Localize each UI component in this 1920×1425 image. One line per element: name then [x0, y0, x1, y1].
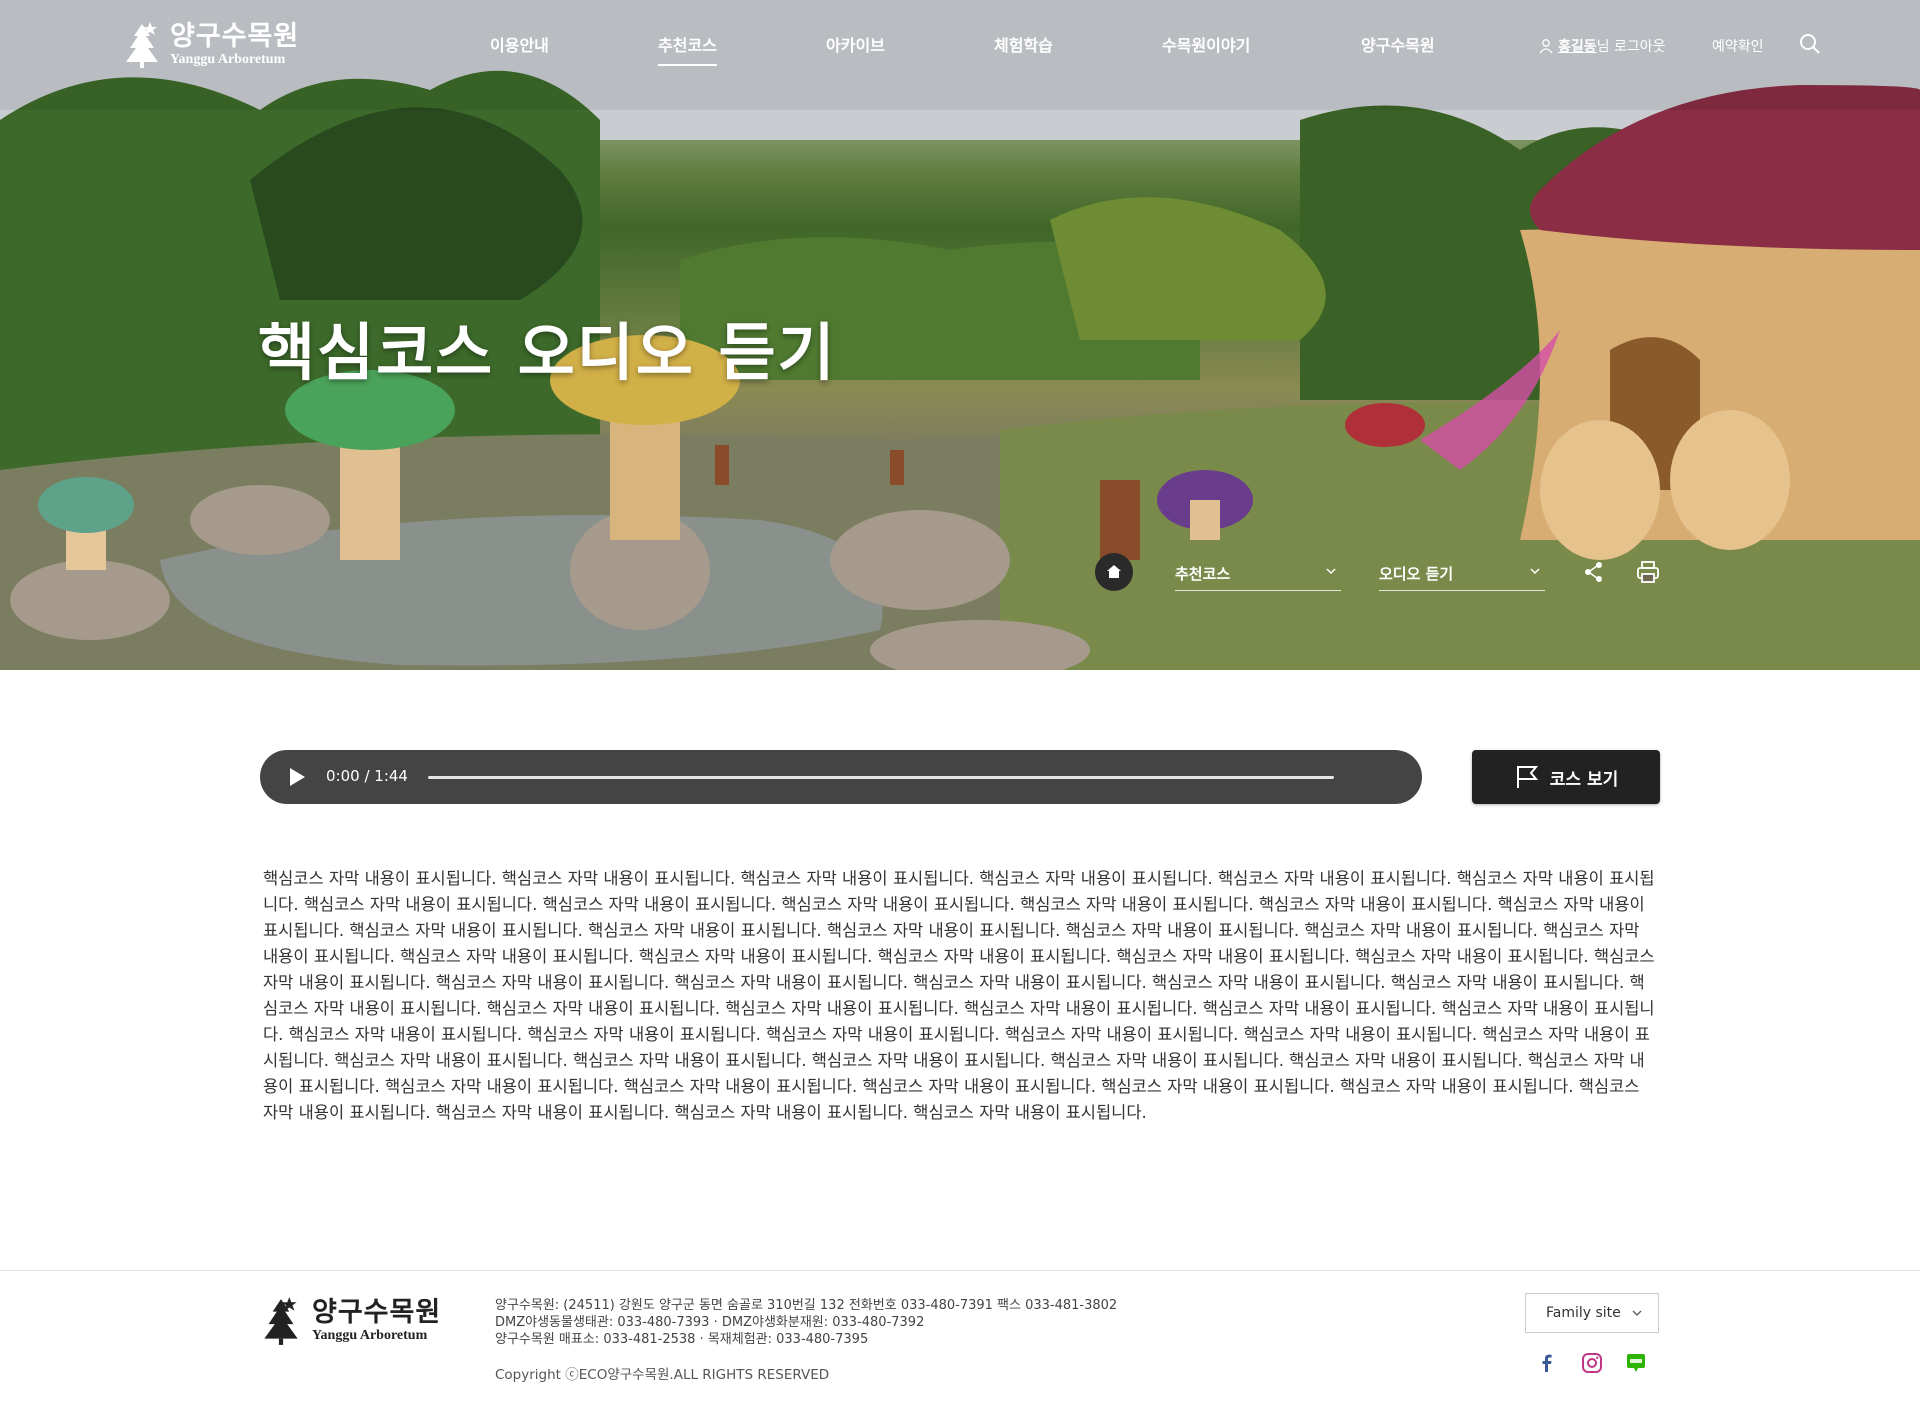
nav-item-arboretum[interactable]: 양구수목원: [1361, 32, 1435, 56]
logo-text-ko: 양구수목원: [170, 21, 300, 52]
home-icon: [1107, 565, 1121, 578]
footer-logo-text-en: Yanggu Arboretum: [312, 1328, 428, 1343]
audio-time: 0:00 / 1:44: [326, 767, 408, 785]
chevron-down-icon: [1326, 568, 1336, 575]
nav-item-archive[interactable]: 아카이브: [826, 32, 885, 56]
nav-item-guide[interactable]: 이용안내: [490, 32, 549, 56]
family-site-select[interactable]: Family site: [1525, 1293, 1659, 1333]
audio-player: 0:00 / 1:44: [260, 750, 1422, 804]
reservation-check-link[interactable]: 예약확인: [1712, 36, 1764, 56]
location-bar: 추천코스 오디오 듣기: [1095, 553, 1695, 593]
home-button[interactable]: [1095, 553, 1133, 591]
user-icon: [1539, 39, 1553, 54]
location-select-depth2-label: 오디오 듣기: [1379, 565, 1454, 583]
logo-text-en: Yanggu Arboretum: [170, 52, 286, 67]
location-select-depth1-label: 추천코스: [1175, 565, 1231, 583]
view-course-label: 코스 보기: [1549, 769, 1619, 790]
audio-progress-track[interactable]: [428, 776, 1334, 779]
user-name: 홍길동: [1558, 39, 1597, 55]
share-icon[interactable]: [1582, 560, 1606, 584]
play-icon[interactable]: [288, 767, 306, 787]
location-select-depth1[interactable]: 추천코스: [1175, 557, 1341, 591]
view-course-button[interactable]: 코스 보기: [1472, 750, 1660, 804]
family-site-label: Family site: [1546, 1305, 1621, 1321]
footer-logo-text-ko: 양구수목원: [312, 1297, 442, 1328]
flag-icon: [1516, 766, 1538, 788]
nav-item-recommended-course[interactable]: 추천코스: [658, 32, 717, 66]
hero-banner: 양구수목원 Yanggu Arboretum 이용안내 추천코스 아카이브 체험…: [0, 0, 1920, 670]
page-title: 핵심코스 오디오 듣기: [258, 316, 837, 389]
footer-info-line: 양구수목원 매표소: 033-481-2538 · 목재체험관: 033-480…: [495, 1332, 869, 1347]
footer-logo: 양구수목원 Yanggu Arboretum: [258, 1295, 441, 1347]
footer-contact-info: 양구수목원: (24511) 강원도 양구군 동면 숨골로 310번길 132 …: [495, 1297, 1117, 1348]
blog-icon[interactable]: [1624, 1351, 1648, 1375]
location-select-depth2[interactable]: 오디오 듣기: [1379, 557, 1545, 591]
tree-logo-icon: [126, 22, 158, 68]
audio-subtitle-text: 핵심코스 자막 내용이 표시됩니다. 핵심코스 자막 내용이 표시됩니다. 핵심…: [263, 869, 1655, 1122]
user-menu: 홍길동 님 로그아웃: [1538, 36, 1666, 56]
footer-info-line: 양구수목원: (24511) 강원도 양구군 동면 숨골로 310번길 132 …: [495, 1298, 1118, 1313]
chevron-down-icon: [1530, 568, 1540, 575]
copyright: Copyright ⓒECO양구수목원.ALL RIGHTS RESERVED: [495, 1367, 830, 1383]
footer-info-line: DMZ야생동물생태관: 033-480-7393 · DMZ야생화분재원: 03…: [495, 1315, 925, 1330]
site-footer: 양구수목원 Yanggu Arboretum 양구수목원: (24511) 강원…: [0, 1270, 1920, 1425]
site-header: 양구수목원 Yanggu Arboretum 이용안내 추천코스 아카이브 체험…: [0, 0, 1920, 90]
logout-link[interactable]: 님 로그아웃: [1597, 36, 1666, 56]
chevron-down-icon: [1632, 1310, 1642, 1316]
instagram-icon[interactable]: [1580, 1351, 1604, 1375]
nav-item-story[interactable]: 수목원이야기: [1162, 32, 1250, 56]
facebook-icon[interactable]: [1535, 1351, 1559, 1375]
print-icon[interactable]: [1635, 559, 1661, 585]
search-icon[interactable]: [1798, 32, 1822, 56]
nav-item-experience[interactable]: 체험학습: [994, 32, 1053, 56]
tree-logo-icon: [264, 1297, 298, 1345]
site-logo[interactable]: 양구수목원 Yanggu Arboretum: [120, 20, 299, 70]
